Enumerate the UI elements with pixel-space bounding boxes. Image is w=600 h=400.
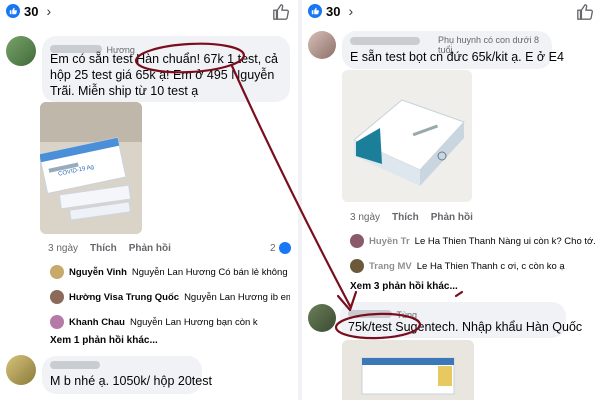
- reply-item[interactable]: Khanh Chau Nguyễn Lan Hương bạn còn k: [50, 315, 290, 329]
- like-reaction-icon: [278, 242, 291, 254]
- right-screenshot: 30 › Phụ huynh có con dưới 8 tuổi E sẵn …: [302, 0, 600, 400]
- comment-text: E sẵn test bọt cn đức 65k/kit ạ. E ở E4: [350, 50, 564, 64]
- chevron-right-icon: ›: [348, 3, 354, 19]
- comment-bubble: Hương Em có sẵn test Hàn chuẩn! 67k 1 te…: [42, 36, 290, 102]
- reaction-bar: 30 ›: [0, 0, 298, 24]
- thumbs-up-icon[interactable]: [272, 3, 290, 21]
- reply-item[interactable]: Nguyễn Vinh Nguyễn Lan Hương Có bán lẻ k…: [50, 265, 290, 279]
- view-more-replies[interactable]: Xem 3 phản hồi khác...: [350, 281, 458, 292]
- comment-photo[interactable]: [342, 70, 472, 202]
- thumbs-up-icon[interactable]: [576, 3, 594, 21]
- like-badge-icon: [308, 4, 322, 18]
- comment-actions: 3 ngày Thích Phản hồi: [350, 212, 473, 223]
- comment-text: M b nhé ạ. 1050k/ hộp 20test: [50, 374, 212, 388]
- blurred-name: [350, 37, 420, 45]
- comment-actions: 3 ngày Thích Phản hồi: [48, 243, 171, 254]
- avatar: [50, 265, 64, 279]
- comment-photo[interactable]: COVID-19 Ag: [40, 102, 142, 234]
- like-button[interactable]: Thích: [90, 243, 117, 254]
- view-more-replies[interactable]: Xem 1 phản hồi khác...: [50, 335, 158, 346]
- reply-button[interactable]: Phản hồi: [431, 212, 473, 223]
- avatar: [350, 259, 364, 273]
- avatar: [50, 290, 64, 304]
- avatar[interactable]: [308, 304, 336, 332]
- like-count: 30: [24, 3, 39, 19]
- like-badge-icon: [6, 4, 20, 18]
- avatar: [350, 234, 364, 248]
- reply-button[interactable]: Phản hồi: [129, 243, 171, 254]
- comment-photo[interactable]: [342, 340, 474, 400]
- blurred-name: [348, 309, 392, 318]
- reaction-count[interactable]: 2: [270, 242, 291, 254]
- like-count: 30: [326, 3, 341, 19]
- reaction-summary[interactable]: 30 ›: [6, 3, 51, 19]
- avatar: [50, 315, 64, 329]
- comment-bubble: Tùng 75k/test Sugentech. Nhập khẩu Hàn Q…: [340, 302, 582, 338]
- reaction-bar: 30 ›: [302, 0, 600, 24]
- comment-time: 3 ngày: [48, 243, 79, 254]
- avatar[interactable]: [308, 31, 336, 59]
- comment-bubble: Phụ huynh có con dưới 8 tuổi E sẵn test …: [342, 31, 564, 69]
- comment-time: 3 ngày: [350, 212, 381, 223]
- comment-text: 75k/test Sugentech. Nhập khẩu Hàn Quốc: [348, 320, 583, 334]
- reply-item[interactable]: Hường Visa Trung Quốc Nguyễn Lan Hương i…: [50, 290, 290, 304]
- reaction-summary[interactable]: 30 ›: [308, 3, 353, 19]
- reply-item[interactable]: Huyền Tr Le Ha Thien Thanh Nàng ui còn k…: [350, 234, 596, 248]
- reply-item[interactable]: Trang MV Le Ha Thien Thanh c ơi, c còn k…: [350, 259, 596, 273]
- avatar[interactable]: [6, 355, 36, 385]
- blurred-name: [50, 361, 100, 369]
- comment-text: Em có sẵn test Hàn chuẩn! 67k 1 test, cả…: [50, 52, 278, 98]
- comment-bubble: M b nhé ạ. 1050k/ hộp 20test: [42, 356, 212, 394]
- like-button[interactable]: Thích: [392, 212, 419, 223]
- left-screenshot: 30 › Hương Em có sẵn test Hàn chuẩn! 67k…: [0, 0, 298, 400]
- avatar[interactable]: [6, 36, 36, 66]
- chevron-right-icon: ›: [46, 3, 52, 19]
